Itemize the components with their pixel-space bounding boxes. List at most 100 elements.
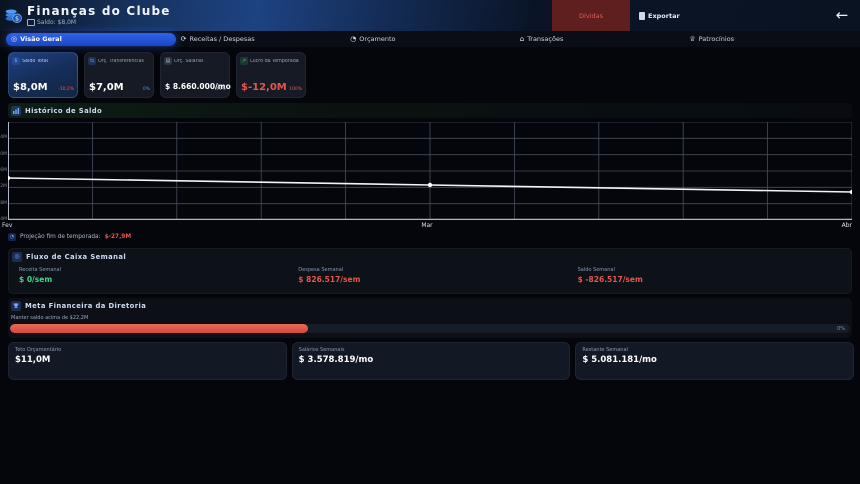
card-delta: 41% bbox=[216, 87, 226, 92]
card-delta: -10,2% bbox=[58, 87, 74, 92]
back-arrow-icon[interactable]: ← bbox=[831, 4, 853, 26]
section-title: Fluxo de Caixa Semanal bbox=[26, 253, 126, 261]
card-salarios: Salários Semanais $ 3.578.819/mo bbox=[292, 342, 571, 380]
x-axis-labels: Fev Mar Abr bbox=[8, 222, 852, 229]
trend-up-icon: ↗ bbox=[240, 57, 248, 65]
y-axis-ticks: $24M $20M $16M $12M $8M $4M bbox=[0, 122, 7, 220]
bcard-value: $ 5.081.181/mo bbox=[582, 355, 847, 365]
board-trophy-icon bbox=[11, 301, 21, 311]
sponsorship-trophy-icon: ♕ bbox=[689, 36, 695, 43]
bcard-value: $11,0M bbox=[15, 355, 280, 365]
card-orc-salarial: ▤ Orç. Salarial $ 8.660.000/mo 41% bbox=[160, 52, 230, 98]
card-label: Saldo Total bbox=[22, 59, 48, 64]
y-tick-label: $16M bbox=[0, 168, 7, 173]
svg-text:$: $ bbox=[15, 15, 19, 22]
flow-value: $ -826.517/sem bbox=[578, 275, 841, 284]
coins-icon: $ bbox=[4, 6, 23, 25]
export-button-label: Exportar bbox=[648, 12, 680, 20]
flow-label: Despesa Semanal bbox=[298, 267, 561, 273]
bank-icon: ⌂ bbox=[520, 36, 524, 43]
club-finances-screen: $ Finanças do Clube Saldo: $8,0M Dívidas… bbox=[0, 0, 860, 484]
season-projection-row: ◔ Projeção fim de temporada: $-27,9M bbox=[8, 233, 131, 241]
y-tick-label: $24M bbox=[0, 135, 7, 140]
goal-progress-bar: 0% bbox=[10, 324, 850, 333]
tab-bar: ◎ Visão Geral ⟳ Receitas / Despesas ◔ Or… bbox=[0, 31, 860, 47]
section-header: Histórico de Saldo bbox=[8, 103, 852, 118]
overview-icon: ◎ bbox=[11, 36, 17, 43]
summary-cards-row: $ Saldo Total $8,0M -10,2% ⇆ Orç. Transf… bbox=[8, 52, 306, 98]
export-button[interactable]: Exportar bbox=[633, 8, 686, 23]
projection-icon: ◔ bbox=[8, 233, 16, 241]
card-value: $8,0M bbox=[13, 82, 48, 93]
coins-icon: $ bbox=[12, 57, 20, 65]
goal-progress-caption: 0% bbox=[837, 326, 845, 332]
projection-label: Projeção fim de temporada: bbox=[20, 234, 101, 240]
y-tick-label: $12M bbox=[0, 184, 7, 189]
tab-orcamento[interactable]: ◔ Orçamento bbox=[345, 33, 515, 46]
goal-description: Manter saldo acima de $22,2M bbox=[11, 315, 852, 321]
y-tick-label: $8M bbox=[0, 201, 7, 206]
x-label-mar: Mar bbox=[421, 222, 432, 229]
tab-label: Orçamento bbox=[359, 35, 395, 43]
header-title-block: $ Finanças do Clube Saldo: $8,0M bbox=[4, 4, 171, 26]
balance-subtitle-text: Saldo: $8,0M bbox=[37, 19, 76, 26]
y-tick-label: $20M bbox=[0, 152, 7, 157]
bcard-label: Teto Orçamentário bbox=[15, 347, 280, 353]
section-header: Meta Financeira da Diretoria bbox=[8, 298, 852, 313]
header: $ Finanças do Clube Saldo: $8,0M Dívidas… bbox=[0, 0, 860, 31]
tab-visao-geral[interactable]: ◎ Visão Geral bbox=[6, 33, 176, 46]
card-orc-transferencias: ⇆ Orç. Transferências $7,0M 0% bbox=[84, 52, 154, 98]
export-icon bbox=[639, 12, 645, 20]
flow-label: Saldo Semanal bbox=[578, 267, 841, 273]
balance-history-section: Histórico de Saldo $24M$20M$16M$12M$8M$4… bbox=[8, 103, 852, 229]
bottom-cards-row: Teto Orçamentário $11,0M Salários Semana… bbox=[8, 342, 854, 380]
weekly-balance: Saldo Semanal $ -826.517/sem bbox=[570, 265, 849, 286]
tab-label: Transações bbox=[527, 35, 563, 43]
card-label: Orç. Transferências bbox=[98, 59, 144, 64]
tab-receitas-despesas[interactable]: ⟳ Receitas / Despesas bbox=[176, 33, 346, 46]
card-label: Lucro da Temporada bbox=[250, 59, 299, 64]
weekly-income: Receita Semanal $ 0/sem bbox=[11, 265, 290, 286]
tab-label: Receitas / Despesas bbox=[189, 35, 254, 43]
card-label: Orç. Salarial bbox=[174, 59, 203, 64]
card-value: $-12,0M bbox=[241, 82, 287, 93]
tab-transacoes[interactable]: ⌂ Transações bbox=[515, 33, 685, 46]
tab-label: Visão Geral bbox=[20, 35, 62, 43]
board-goal-section: Meta Financeira da Diretoria Manter sald… bbox=[8, 298, 852, 338]
balance-subtitle: Saldo: $8,0M bbox=[27, 19, 171, 26]
goal-progress-fill bbox=[10, 324, 308, 333]
card-delta: 100% bbox=[289, 87, 302, 92]
card-saldo-total: $ Saldo Total $8,0M -10,2% bbox=[8, 52, 78, 98]
balance-chart: $24M$20M$16M$12M$8M$4M bbox=[8, 122, 852, 220]
bcard-label: Restante Semanal bbox=[582, 347, 847, 353]
bar-chart-icon bbox=[11, 106, 21, 116]
debts-button[interactable]: Dívidas bbox=[552, 0, 630, 31]
section-title: Histórico de Saldo bbox=[25, 107, 102, 115]
projection-value: $-27,9M bbox=[105, 234, 132, 240]
section-header: ◎ Fluxo de Caixa Semanal bbox=[9, 249, 851, 264]
flow-value: $ 0/sem bbox=[19, 275, 282, 284]
tab-label: Patrocínios bbox=[699, 35, 734, 43]
page-title: Finanças do Clube bbox=[27, 4, 171, 18]
card-lucro-temporada: ↗ Lucro da Temporada $-12,0M 100% bbox=[236, 52, 306, 98]
transfer-arrows-icon: ⇆ bbox=[88, 57, 96, 65]
bcard-value: $ 3.578.819/mo bbox=[299, 355, 564, 365]
payroll-icon: ▤ bbox=[164, 57, 172, 65]
card-restante: Restante Semanal $ 5.081.181/mo bbox=[575, 342, 854, 380]
card-teto-orcamentario: Teto Orçamentário $11,0M bbox=[8, 342, 287, 380]
line-chart-canvas bbox=[8, 122, 852, 220]
budget-pie-icon: ◔ bbox=[350, 36, 356, 43]
flow-value: $ 826.517/sem bbox=[298, 275, 561, 284]
x-label-fev: Fev bbox=[2, 222, 12, 229]
flow-label: Receita Semanal bbox=[19, 267, 282, 273]
section-title: Meta Financeira da Diretoria bbox=[25, 302, 146, 310]
y-tick-label: $4M bbox=[0, 217, 7, 220]
cash-flow-icon: ◎ bbox=[12, 252, 22, 262]
bcard-label: Salários Semanais bbox=[299, 347, 564, 353]
wallet-icon bbox=[27, 19, 35, 26]
income-expense-cycle-icon: ⟳ bbox=[181, 36, 187, 43]
tab-patrocinios[interactable]: ♕ Patrocínios bbox=[684, 33, 854, 46]
weekly-cash-flow-section: ◎ Fluxo de Caixa Semanal Receita Semanal… bbox=[8, 248, 852, 294]
card-value: $7,0M bbox=[89, 82, 124, 93]
card-delta: 0% bbox=[143, 87, 150, 92]
